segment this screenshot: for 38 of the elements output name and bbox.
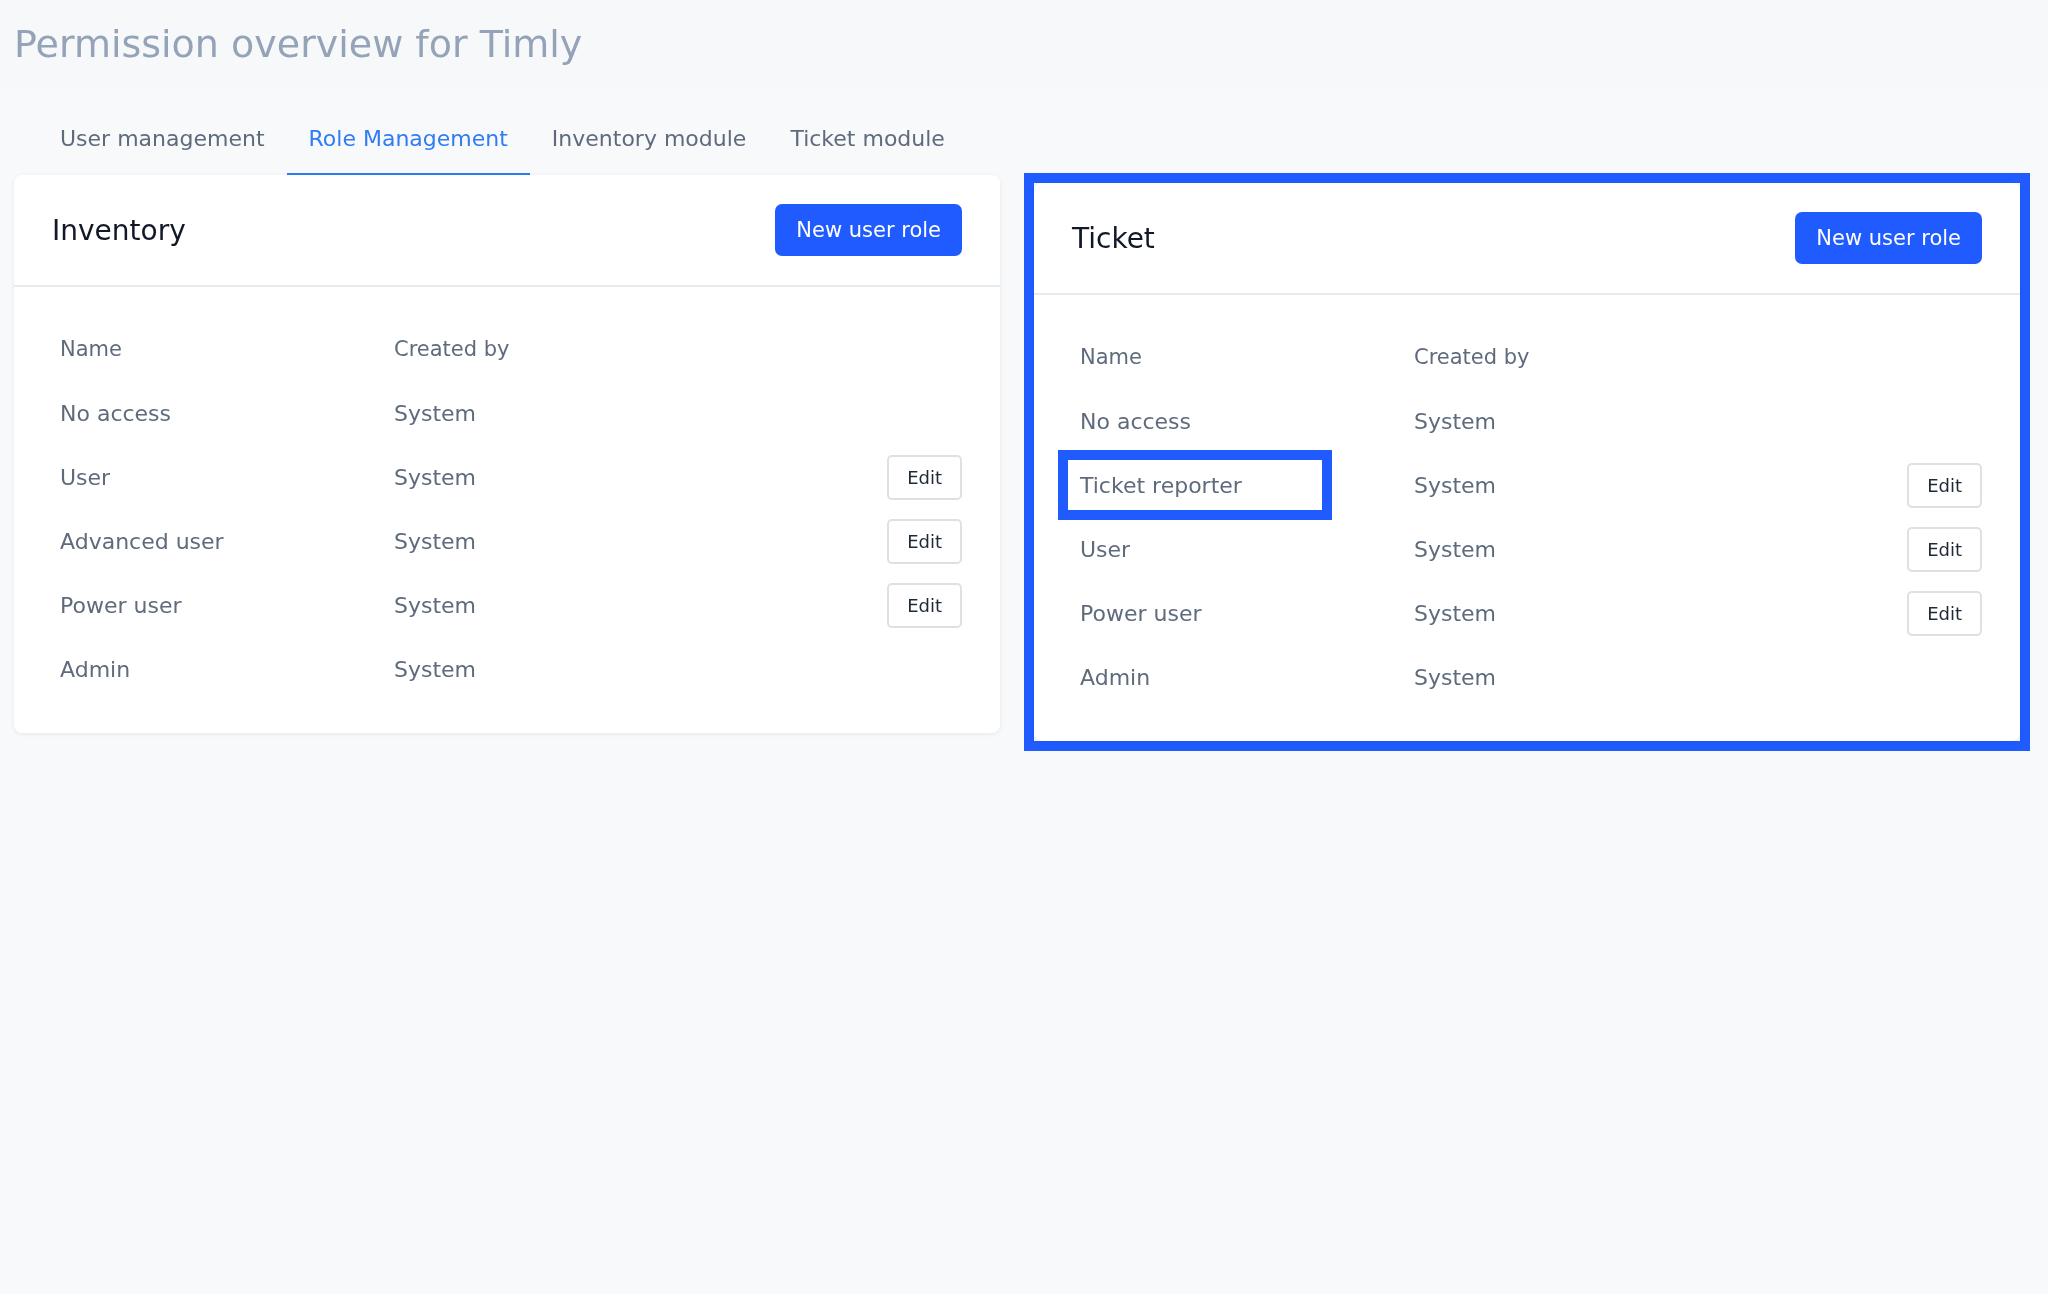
created-by-cell-text: System	[394, 399, 478, 428]
role-name: Advanced user	[60, 527, 224, 556]
role-name: User	[60, 463, 111, 492]
column-header: Created by	[1414, 344, 1531, 371]
column-header: Name	[1080, 344, 1143, 371]
role-name: Power user	[1080, 599, 1202, 628]
created-by-cell-text: System	[1414, 599, 1498, 628]
role-name: User	[1080, 535, 1131, 564]
edit-button[interactable]: Edit	[887, 454, 962, 500]
column-header: Name	[60, 336, 123, 363]
role-name: No access	[60, 399, 172, 428]
edit-button[interactable]: Edit	[887, 518, 962, 564]
page-title: Permission overview for Timly	[14, 22, 584, 66]
edit-button[interactable]: Edit	[1907, 590, 1982, 636]
column-header: Created by	[394, 336, 511, 363]
edit-button[interactable]: Edit	[887, 582, 962, 628]
new-user-role-button[interactable]: New user role	[775, 204, 962, 256]
new-user-role-button[interactable]: New user role	[1795, 212, 1982, 264]
created-by-cell-text: System	[1414, 535, 1498, 564]
created-by-cell-text: System	[1414, 663, 1498, 692]
role-name: Admin	[60, 655, 131, 684]
created-by-cell-text: System	[394, 527, 478, 556]
role-name: Power user	[60, 591, 182, 620]
tab[interactable]: Inventory module	[529, 116, 769, 175]
created-by-cell-text: System	[1414, 407, 1498, 436]
tab[interactable]: User management	[38, 116, 287, 175]
role-name: No access	[1080, 407, 1192, 436]
edit-button[interactable]: Edit	[1907, 462, 1982, 508]
panel-title: Ticket	[1072, 221, 1155, 255]
role-name: Ticket reporter	[1058, 450, 1332, 520]
edit-button[interactable]: Edit	[1907, 526, 1982, 572]
panel-title: Inventory	[52, 213, 186, 247]
created-by-cell-text: System	[1414, 471, 1498, 500]
created-by-cell-text: System	[394, 655, 478, 684]
tab[interactable]: Ticket module	[768, 116, 967, 175]
created-by-cell-text: System	[394, 591, 478, 620]
created-by-cell-text: System	[394, 463, 478, 492]
role-name: Admin	[1080, 663, 1151, 692]
